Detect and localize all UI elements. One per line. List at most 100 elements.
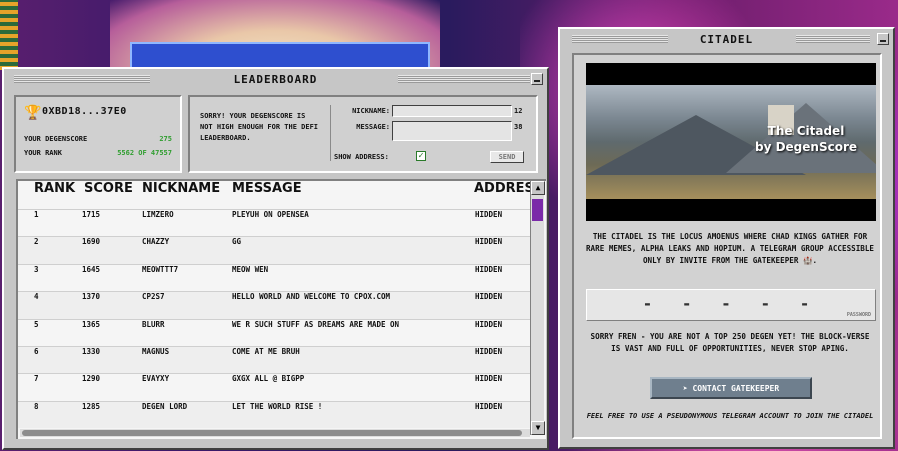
citadel-image-title: The Citadel by DegenScore: [736, 123, 876, 155]
message-count: 38: [514, 123, 523, 131]
citadel-scene: The Citadel by DegenScore: [586, 85, 876, 199]
row-address: HIDDEN: [475, 401, 503, 411]
row-address: HIDDEN: [475, 346, 503, 356]
row-message: WE R SUCH STUFF AS DREAMS ARE MADE ON: [232, 319, 400, 329]
row-score: 1715: [82, 210, 101, 219]
rank-label: YOUR RANK: [24, 149, 62, 157]
citadel-window: CITADEL The Citadel by DegenScore THE CI…: [558, 27, 895, 449]
row-rank: 1: [34, 210, 39, 219]
row-rank: 8: [34, 401, 39, 411]
nickname-input[interactable]: [392, 105, 512, 117]
row-score: 1290: [82, 374, 101, 384]
rank-value: 5562 OF 47557: [117, 149, 172, 157]
citadel-footer: FEEL FREE TO USE A PSEUDONYMOUS TELEGRAM…: [586, 412, 874, 420]
row-message: MEOW WEN: [232, 264, 269, 274]
row-address: HIDDEN: [475, 292, 503, 302]
table-row: 8 1285 DEGEN LORD LET THE WORLD RISE ! H…: [18, 400, 530, 429]
table-row: 3 1645 MEOWTTT7 MEOW WEN HIDDEN: [18, 263, 530, 291]
leaderboard-top: 🏆 0XBD18...37E0 YOUR DEGENSCORE 275 YOUR…: [14, 95, 538, 173]
row-score: 1330: [82, 346, 101, 356]
row-message: HELLO WORLD AND WELCOME TO CPOX.COM: [232, 292, 391, 302]
leaderboard-titlebar[interactable]: LEADERBOARD: [4, 69, 547, 89]
row-address: HIDDEN: [475, 210, 503, 219]
password-input[interactable]: - - - - - PASSWORD: [586, 289, 876, 321]
password-label: PASSWORD: [846, 312, 871, 318]
titlebar-lines-left: [14, 75, 150, 83]
row-nickname: CHAZZY: [142, 237, 170, 247]
horizontal-scrollbar[interactable]: [20, 429, 530, 437]
leaderboard-title: LEADERBOARD: [233, 72, 318, 86]
nickname-label: NICKNAME:: [352, 107, 390, 115]
vertical-scrollbar[interactable]: ▲ ▼: [530, 181, 545, 435]
table-row: 2 1690 CHAZZY GG HIDDEN: [18, 236, 530, 264]
row-address: HIDDEN: [475, 237, 503, 247]
row-score: 1365: [82, 319, 101, 329]
contact-gatekeeper-label: CONTACT GATEKEEPER: [692, 384, 780, 393]
image-title-line2: by DegenScore: [754, 140, 858, 154]
table-row: 7 1290 EVAYXY GXGX ALL @ BIGPP HIDDEN: [18, 373, 530, 400]
citadel-description: THE CITADEL IS THE LOCUS AMOENUS WHERE C…: [585, 232, 875, 265]
leaderboard-window: LEADERBOARD 🏆 0XBD18...37E0 YOUR DEGENSC…: [2, 67, 549, 450]
table-row: 1 1715 LIMZERO PLEYUH ON OPENSEA HIDDEN: [18, 209, 530, 236]
citadel-titlebar[interactable]: CITADEL: [560, 29, 893, 49]
row-rank: 3: [34, 264, 39, 274]
degenscore-value: 275: [159, 135, 172, 143]
row-message: LET THE WORLD RISE !: [232, 401, 323, 411]
scroll-up-icon[interactable]: ▲: [531, 181, 545, 195]
row-nickname: EVAYXY: [142, 374, 170, 384]
scrollbar-thumb[interactable]: [532, 199, 543, 221]
image-title-line1: The Citadel: [767, 124, 845, 138]
contact-gatekeeper-button[interactable]: ➤ CONTACT GATEKEEPER: [650, 377, 812, 399]
row-nickname: CP2S7: [142, 292, 165, 302]
citadel-image: The Citadel by DegenScore: [586, 63, 876, 221]
row-nickname: BLURR: [142, 319, 165, 329]
row-nickname: LIMZERO: [142, 210, 174, 219]
citadel-title: CITADEL: [699, 32, 754, 46]
row-rank: 7: [34, 374, 39, 384]
send-button[interactable]: SEND: [490, 151, 524, 163]
message-label: MESSAGE:: [356, 123, 390, 131]
minimize-icon[interactable]: [531, 73, 543, 85]
table-row: 5 1365 BLURR WE R SUCH STUFF AS DREAMS A…: [18, 318, 530, 346]
row-nickname: DEGEN LORD: [142, 401, 188, 411]
row-message: PLEYUH ON OPENSEA: [232, 210, 309, 219]
titlebar-lines-right: [796, 35, 870, 43]
table-row: 6 1330 MAGNUS COME AT ME BRUH HIDDEN: [18, 345, 530, 374]
row-address: HIDDEN: [475, 264, 503, 274]
header-address[interactable]: ADDRESS: [474, 181, 530, 196]
table-viewport[interactable]: RANK SCORE NICKNAME MESSAGE ADDRESS 1 17…: [18, 181, 530, 431]
row-message: GXGX ALL @ BIGPP: [232, 374, 305, 384]
citadel-sorry-message: SORRY FREN - YOU ARE NOT A TOP 250 DEGEN…: [590, 332, 870, 353]
leaderboard-table: RANK SCORE NICKNAME MESSAGE ADDRESS 1 17…: [16, 179, 546, 439]
message-input[interactable]: [392, 121, 512, 141]
password-mask: - - - - -: [642, 294, 820, 313]
row-score: 1645: [82, 264, 101, 274]
trophy-icon: 🏆: [24, 105, 42, 121]
row-rank: 6: [34, 346, 39, 356]
sorry-message: SORRY! YOUR DEGENSCORE IS NOT HIGH ENOUG…: [200, 112, 319, 142]
scroll-down-icon[interactable]: ▼: [531, 421, 545, 435]
nickname-count: 12: [514, 107, 523, 115]
row-address: HIDDEN: [475, 319, 503, 329]
header-rank[interactable]: RANK: [34, 181, 75, 196]
degenscore-label: YOUR DEGENSCORE: [24, 135, 88, 143]
table-row: 4 1370 CP2S7 HELLO WORLD AND WELCOME TO …: [18, 291, 530, 319]
row-rank: 2: [34, 237, 39, 247]
row-message: GG: [232, 237, 242, 247]
table-header: RANK SCORE NICKNAME MESSAGE ADDRESS: [18, 181, 530, 209]
table-body: 1 1715 LIMZERO PLEYUH ON OPENSEA HIDDEN …: [18, 209, 530, 429]
wallet-address: 0XBD18...37E0: [42, 106, 127, 117]
header-message[interactable]: MESSAGE: [232, 181, 302, 196]
row-score: 1690: [82, 237, 101, 247]
show-address-checkbox[interactable]: ✓: [416, 151, 426, 161]
minimize-icon[interactable]: [877, 33, 889, 45]
row-message: COME AT ME BRUH: [232, 346, 300, 356]
row-score: 1370: [82, 292, 101, 302]
row-score: 1285: [82, 401, 101, 411]
row-address: HIDDEN: [475, 374, 503, 384]
header-score[interactable]: SCORE: [84, 181, 133, 196]
background-stripe: [0, 0, 18, 70]
horizontal-scrollbar-thumb[interactable]: [22, 430, 522, 436]
user-panel: 🏆 0XBD18...37E0 YOUR DEGENSCORE 275 YOUR…: [14, 95, 182, 173]
header-nickname[interactable]: NICKNAME: [142, 181, 220, 196]
